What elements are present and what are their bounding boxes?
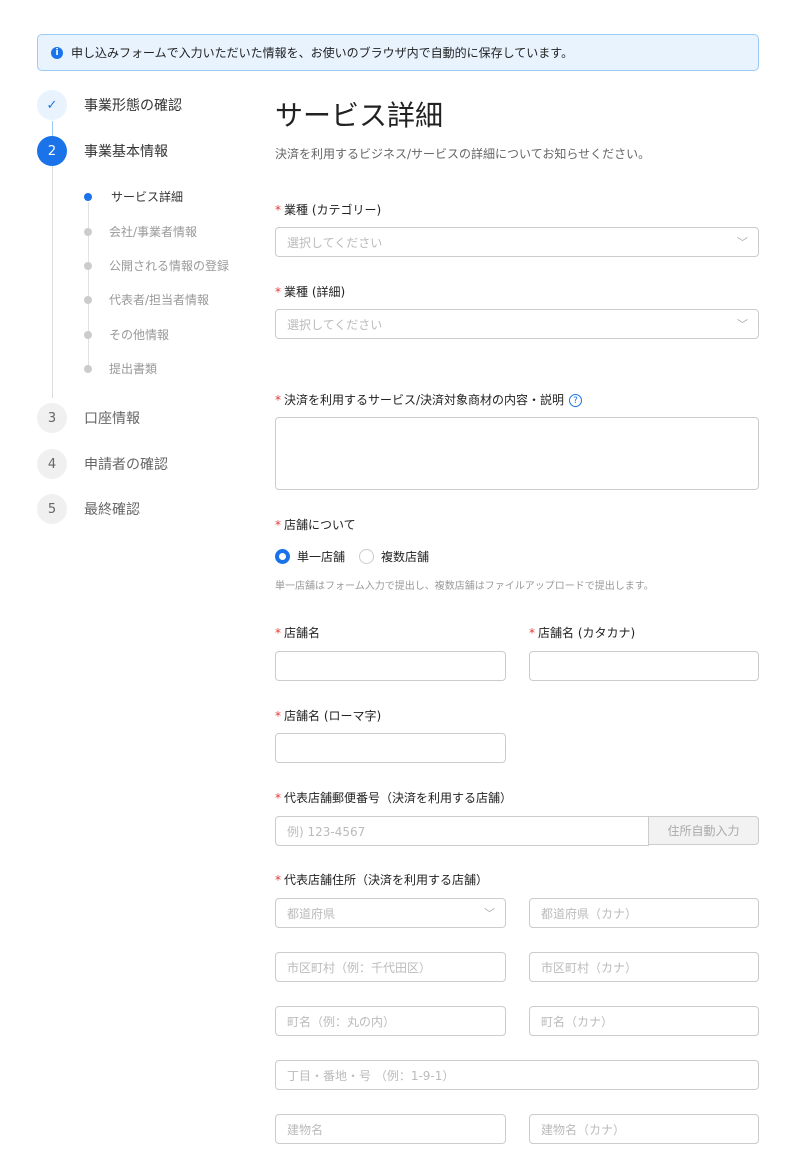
substep-service[interactable]: サービス詳細 xyxy=(84,188,183,205)
store-type-label: * 店舗について xyxy=(275,518,356,532)
step-3[interactable]: 3 口座情報 xyxy=(37,403,140,433)
radio-label[interactable]: 単一店舗 xyxy=(297,548,345,565)
step-5[interactable]: 5 最終確認 xyxy=(37,494,140,524)
block-input[interactable]: 丁目・番地・号 （例：1-9-1） xyxy=(275,1060,759,1090)
detail-label: * 業種 (詳細) xyxy=(275,285,346,299)
service-label: * 決済を利用するサービス/決済対象商材の内容・説明? xyxy=(275,391,583,408)
service-textarea[interactable] xyxy=(275,417,759,490)
chevron-down-icon: ﹀ xyxy=(737,236,748,249)
substep-label: 会社/事業者情報 xyxy=(109,225,198,239)
town-kana-input[interactable]: 町名（カナ） xyxy=(529,1006,759,1036)
store-kana-label: * 店舗名 (カタカナ) xyxy=(529,626,636,640)
check-icon: ✓ xyxy=(37,90,67,120)
step-number: 5 xyxy=(37,494,67,524)
dot-icon xyxy=(84,330,92,339)
radio-label[interactable]: 複数店舗 xyxy=(381,548,429,565)
radio-single-store[interactable] xyxy=(275,549,290,564)
step-label: 事業形態の確認 xyxy=(84,98,182,114)
dot-icon xyxy=(84,192,92,201)
chevron-down-icon: ﹀ xyxy=(737,318,748,331)
substep-representative[interactable]: 代表者/担当者情報 xyxy=(84,291,209,308)
substep-label: その他情報 xyxy=(109,328,170,342)
step-1[interactable]: ✓ 事業形態の確認 xyxy=(37,90,182,120)
page-title: サービス詳細 xyxy=(275,99,444,132)
dot-icon xyxy=(84,295,92,304)
town-input[interactable]: 町名（例：丸の内） xyxy=(275,1006,506,1036)
substep-documents[interactable]: 提出書類 xyxy=(84,360,157,377)
step-label: 申請者の確認 xyxy=(84,457,168,473)
store-kana-input[interactable] xyxy=(529,651,759,681)
substep-label: サービス詳細 xyxy=(111,190,184,204)
step-number: 4 xyxy=(37,449,67,479)
step-label: 口座情報 xyxy=(84,411,140,427)
autosave-banner: i 申し込みフォームで入力いただいた情報を、お使いのブラウザ内で自動的に保存して… xyxy=(37,34,759,71)
chevron-down-icon: ﹀ xyxy=(484,907,495,920)
step-number: 2 xyxy=(37,136,67,166)
store-roman-label: * 店舗名 (ローマ字) xyxy=(275,709,382,723)
step-number: 3 xyxy=(37,403,67,433)
category-select[interactable]: 選択してください ﹀ xyxy=(275,227,759,257)
auto-fill-address-button[interactable]: 住所自動入力 xyxy=(648,816,759,845)
city-kana-input[interactable]: 市区町村（カナ） xyxy=(529,952,759,982)
store-type-radios: 単一店舗 複数店舗 xyxy=(275,548,429,565)
substep-public-info[interactable]: 公開される情報の登録 xyxy=(84,257,229,274)
step-2[interactable]: 2 事業基本情報 xyxy=(37,136,168,166)
substep-label: 代表者/担当者情報 xyxy=(109,293,210,307)
prefecture-select[interactable]: 都道府県 ﹀ xyxy=(275,898,506,928)
detail-select[interactable]: 選択してください ﹀ xyxy=(275,309,759,339)
dot-icon xyxy=(84,261,92,270)
store-name-input[interactable] xyxy=(275,651,506,681)
step-connector xyxy=(52,166,53,398)
dot-icon xyxy=(84,227,92,236)
store-hint: 単一店舗はフォーム入力で提出し、複数店舗はファイルアップロードで提出します。 xyxy=(275,581,654,592)
substep-label: 公開される情報の登録 xyxy=(109,259,230,273)
step-4[interactable]: 4 申請者の確認 xyxy=(37,449,168,479)
banner-text: 申し込みフォームで入力いただいた情報を、お使いのブラウザ内で自動的に保存していま… xyxy=(71,46,574,60)
page-description: 決済を利用するビジネス/サービスの詳細についてお知らせください。 xyxy=(275,147,651,161)
city-input[interactable]: 市区町村（例：千代田区） xyxy=(275,952,506,982)
category-label: * 業種 (カテゴリー) xyxy=(275,203,382,217)
step-label: 最終確認 xyxy=(84,502,140,518)
store-roman-input[interactable] xyxy=(275,733,506,763)
help-icon[interactable]: ? xyxy=(569,394,583,407)
dot-icon xyxy=(84,364,92,373)
building-kana-input[interactable]: 建物名（カナ） xyxy=(529,1114,759,1144)
store-name-label: * 店舗名 xyxy=(275,626,321,640)
postal-label: * 代表店舗郵便番号（決済を利用する店舗） xyxy=(275,791,513,805)
substep-company[interactable]: 会社/事業者情報 xyxy=(84,223,197,240)
radio-multi-store[interactable] xyxy=(359,549,375,564)
substep-label: 提出書類 xyxy=(109,362,158,376)
address-label: * 代表店舗住所（決済を利用する店舗） xyxy=(275,873,489,887)
substep-other[interactable]: その他情報 xyxy=(84,326,169,343)
step-label: 事業基本情報 xyxy=(84,144,168,160)
postal-input[interactable]: 例) 123-4567 xyxy=(275,816,649,846)
info-icon: i xyxy=(51,46,63,59)
building-input[interactable]: 建物名 xyxy=(275,1114,506,1144)
prefecture-kana-input[interactable]: 都道府県（カナ） xyxy=(529,898,759,928)
